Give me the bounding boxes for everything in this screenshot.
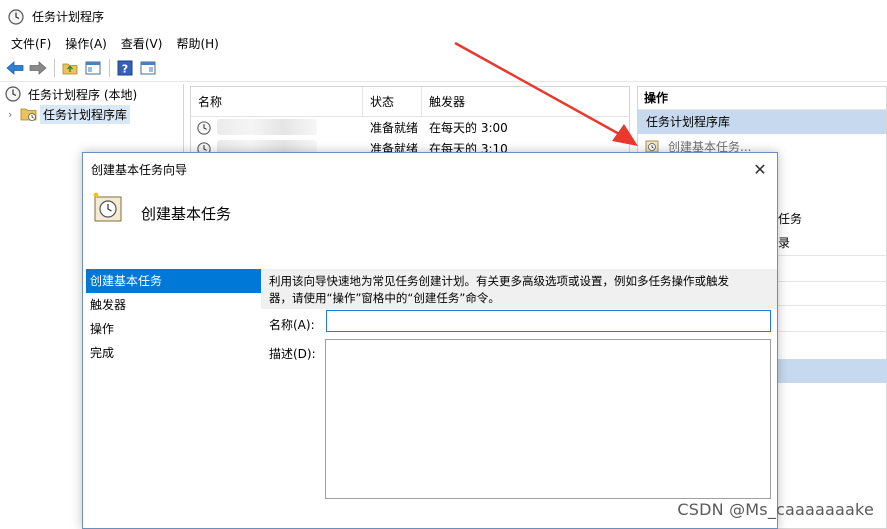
task-name-cell [191,117,363,138]
column-header-status[interactable]: 状态 [363,87,422,116]
menu-action[interactable]: 操作(A) [58,33,114,55]
svg-text:?: ? [122,63,128,76]
column-header-name[interactable]: 名称 [191,87,363,116]
dialog-header: 创建基本任务 [83,185,777,269]
show-hide-tree-button[interactable] [82,57,104,79]
tree-item-library[interactable]: › 任务计划程序库 [0,104,183,124]
wizard-steps: 创建基本任务 触发器 操作 完成 [86,269,261,528]
tree-label-root: 任务计划程序 (本地) [28,87,138,102]
action-item-partial[interactable]: 录 [778,234,790,251]
tree-label-library: 任务计划程序库 [40,104,131,124]
toolbar-separator [109,59,110,77]
close-button[interactable]: ✕ [749,158,771,180]
divider [778,255,887,256]
wizard-body: 利用该向导快速地为常见任务创建计划。有关更多高级选项或设置，例如多任务操作或触发… [261,269,777,528]
watermark: CSDN @Ms_caaaaaaake [677,500,874,519]
step-action[interactable]: 操作 [86,317,261,341]
console-tree-icon [85,61,101,75]
folder-up-icon [62,63,78,75]
new-task-clock-icon [93,192,122,222]
task-status: 准备就绪 [370,121,419,135]
menu-bar: 文件(F) 操作(A) 查看(V) 帮助(H) [0,33,887,55]
dialog-titlebar: 创建基本任务向导 [83,153,777,185]
back-button[interactable] [4,57,26,79]
description-label: 描述(D): [269,347,316,361]
redacted-task-name [217,119,317,135]
clock-icon [5,86,21,102]
divider [778,281,887,282]
clock-icon [8,8,24,25]
dialog-title: 创建基本任务向导 [91,162,188,177]
create-basic-task-wizard: 创建基本任务向导 ✕ 创建基本任务 创建基本任务 触发器 操作 完成 利用该向导… [82,152,778,529]
divider [778,305,887,306]
list-header: 名称 状态 触发器 [191,87,629,117]
action-item-partial[interactable]: 任务 [778,210,802,227]
folder-clock-icon [20,108,37,121]
description-line: 利用该向导快速地为常见任务创建计划。有关更多高级选项或设置，例如多任务操作或触发 [269,274,729,288]
window-title: 任务计划程序 [32,10,105,24]
step-create-basic-task[interactable]: 创建基本任务 [86,269,261,293]
action-section-selected[interactable] [778,359,887,383]
show-hide-action-pane-button[interactable] [137,57,159,79]
divider [778,331,887,332]
column-header-trigger[interactable]: 触发器 [422,87,629,116]
step-trigger[interactable]: 触发器 [86,293,261,317]
task-trigger: 在每天的 3:00 [429,121,508,135]
name-input[interactable] [326,310,771,332]
tree-item-root[interactable]: 任务计划程序 (本地) [0,84,183,104]
step-finish[interactable]: 完成 [86,341,261,365]
window-titlebar: 任务计划程序 [0,0,887,33]
action-pane-icon [140,61,156,75]
clock-icon [197,120,211,135]
help-button[interactable]: ? [114,57,136,79]
dialog-heading: 创建基本任务 [141,205,232,223]
menu-view[interactable]: 查看(V) [114,33,170,55]
name-label: 名称(A): [269,318,315,332]
menu-help[interactable]: 帮助(H) [169,33,225,55]
description-textarea[interactable] [325,339,771,499]
help-icon: ? [117,60,133,76]
table-row[interactable]: 准备就绪 在每天的 3:00 [191,117,629,138]
back-arrow-icon [6,61,24,75]
wizard-description: 利用该向导快速地为常见任务创建计划。有关更多高级选项或设置，例如多任务操作或触发… [261,269,777,309]
menu-file[interactable]: 文件(F) [4,33,58,55]
toolbar: ? [0,55,887,82]
action-section-library[interactable]: 任务计划程序库 [638,110,886,134]
chevron-right-icon[interactable]: › [8,108,20,121]
forward-arrow-icon [29,61,47,75]
forward-button[interactable] [27,57,49,79]
action-pane-header: 操作 [638,87,886,110]
toolbar-separator [54,59,55,77]
description-line: 器，请使用“操作”窗格中的“创建任务”命令。 [269,291,500,305]
up-folder-button[interactable] [59,57,81,79]
